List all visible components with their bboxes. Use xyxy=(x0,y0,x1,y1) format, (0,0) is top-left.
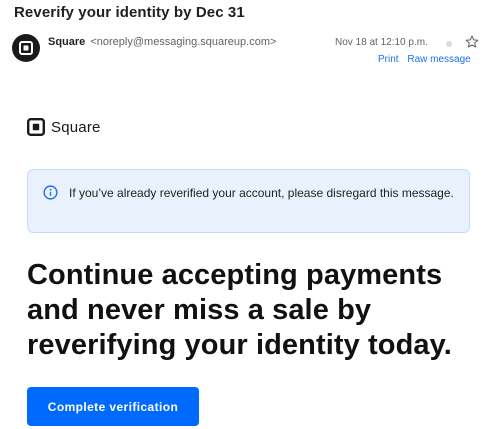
sender-name: Square xyxy=(48,36,86,48)
print-link[interactable]: Print xyxy=(378,54,399,65)
raw-message-link[interactable]: Raw message xyxy=(407,54,470,65)
notice-text: If you’ve already reverified your accoun… xyxy=(69,186,454,200)
sender-email: <noreply@messaging.squareup.com> xyxy=(90,36,277,48)
info-icon xyxy=(43,185,58,200)
brand-name: Square xyxy=(51,118,101,136)
complete-verification-button[interactable]: Complete verification xyxy=(27,387,199,426)
star-icon[interactable] xyxy=(464,34,480,50)
square-logo-icon xyxy=(19,41,33,55)
brand-header: Square xyxy=(27,118,101,136)
sender-avatar xyxy=(12,34,40,62)
square-logo-icon xyxy=(27,118,45,136)
headline: Continue accepting payments and never mi… xyxy=(27,259,452,361)
email-subject: Reverify your identity by Dec 31 xyxy=(14,4,245,21)
sender-line: Square <noreply@messaging.squareup.com> xyxy=(48,36,276,48)
message-actions: Print Raw message xyxy=(378,54,471,65)
info-notice: If you’ve already reverified your accoun… xyxy=(27,169,470,233)
email-date: Nov 18 at 12:10 p.m. xyxy=(335,37,428,48)
dot-icon[interactable] xyxy=(446,41,452,47)
